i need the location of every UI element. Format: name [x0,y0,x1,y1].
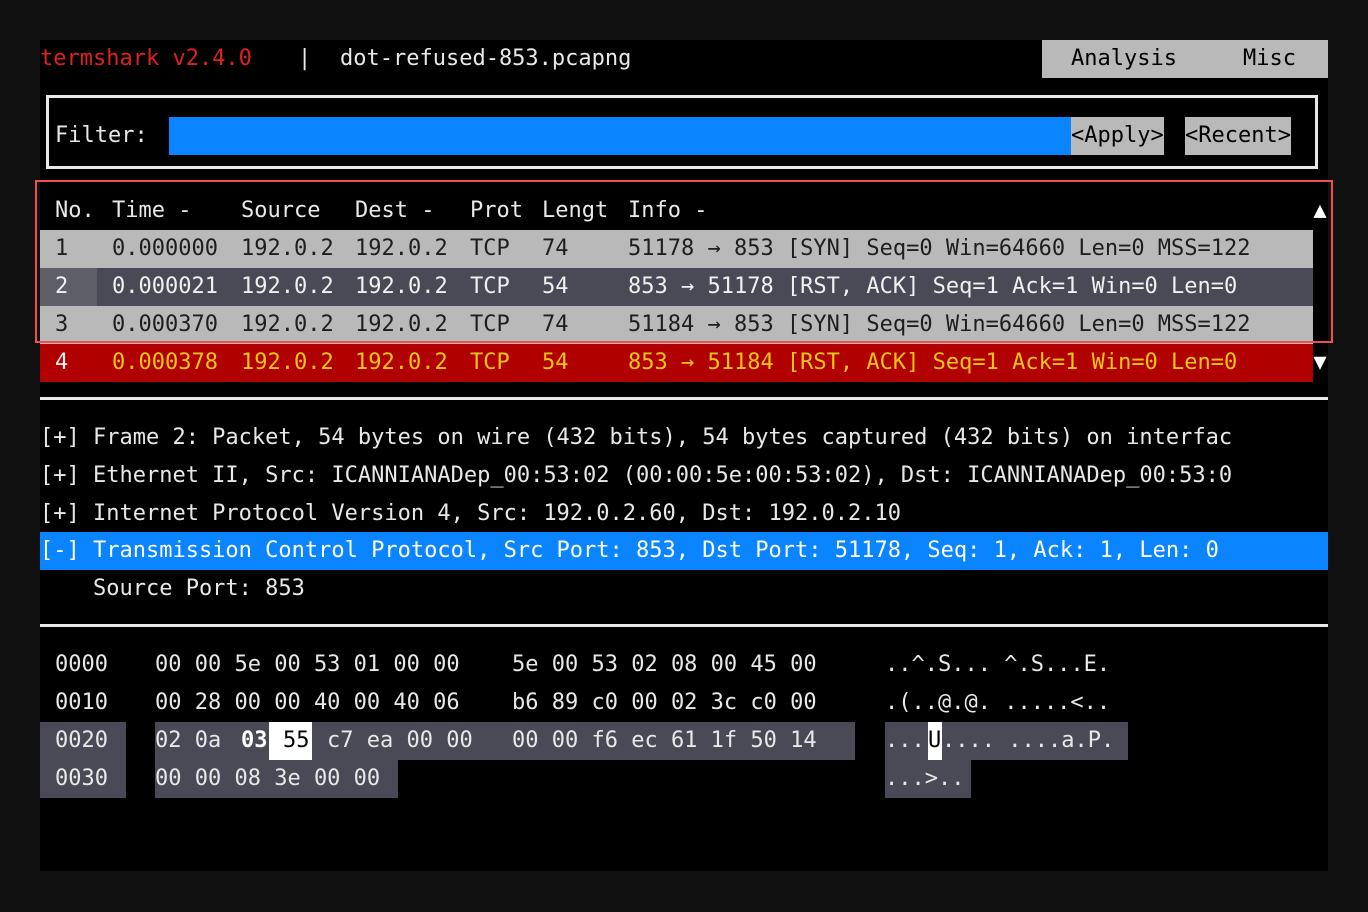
pane-divider[interactable] [40,624,1328,627]
packet-info: 853 → 51178 [RST, ACK] Seq=1 Ack=1 Win=0… [628,274,1238,299]
recent-button[interactable]: <Recent> [1185,117,1291,155]
filter-box: Filter: <Apply> <Recent> [46,95,1318,169]
hex-byte-field[interactable]: 03 [241,722,268,760]
col-info-header[interactable]: Info - [628,192,707,230]
misc-menu[interactable]: Misc [1243,40,1296,78]
hex-ascii[interactable]: .... ....a.P. [942,722,1114,760]
packet-prot: TCP [470,312,510,337]
packet-length: 74 [542,236,569,261]
hex-bytes[interactable]: 02 0a [155,722,221,760]
hex-ascii[interactable]: ...>.. [885,760,971,798]
packet-info: 51178 → 853 [SYN] Seq=0 Win=64660 Len=0 … [628,236,1251,261]
packet-dest: 192.0.2 [355,236,448,261]
packet-source: 192.0.2 [241,236,334,261]
packet-no: 4 [55,350,69,375]
col-source-header[interactable]: Source [241,192,320,230]
packet-info: 853 → 51184 [RST, ACK] Seq=1 Ack=1 Win=0… [628,350,1238,375]
hex-bytes[interactable]: 00 28 00 00 40 00 40 06 [155,684,460,722]
packet-dest: 192.0.2 [355,274,448,299]
packet-dest: 192.0.2 [355,312,448,337]
packet-prot: TCP [470,274,510,299]
detail-ip-node[interactable]: [+] Internet Protocol Version 4, Src: 19… [40,495,1328,533]
pane-divider[interactable] [40,397,1328,400]
scroll-up-arrow[interactable]: ▲ [1312,192,1328,230]
hex-offset: 0020 [40,722,126,760]
hex-offset: 0000 [55,652,108,677]
packet-prot: TCP [470,236,510,261]
packet-no: 2 [40,268,97,306]
hex-bytes[interactable]: 00 00 f6 ec 61 1f 50 14 [512,722,817,760]
capture-filename: dot-refused-853.pcapng [340,46,632,71]
hex-offset: 0010 [55,690,108,715]
packet-row[interactable]: 1 0.000000 192.0.2 192.0.2 TCP 74 51178 … [40,230,1313,268]
hex-ascii[interactable]: ..^.S... ^.S...E. [885,646,1110,684]
packet-source: 192.0.2 [241,274,334,299]
hex-bytes[interactable]: c7 ea 00 00 [327,722,473,760]
col-no-header[interactable]: No. [55,192,95,230]
packet-length: 54 [542,350,569,375]
detail-frame-node[interactable]: [+] Frame 2: Packet, 54 bytes on wire (4… [40,419,1328,457]
packet-row-error[interactable]: 4 0.000378 192.0.2 192.0.2 TCP 54 853 → … [40,344,1313,382]
hex-offset: 0030 [40,760,126,798]
hex-ascii-cursor[interactable]: U [928,722,942,760]
packet-row-selected[interactable]: 2 0.000021 192.0.2 192.0.2 TCP 54 853 → … [40,268,1313,306]
col-prot-header[interactable]: Prot [470,192,523,230]
termshark-window: termshark v2.4.0 | dot-refused-853.pcapn… [35,40,1333,871]
detail-ethernet-node[interactable]: [+] Ethernet II, Src: ICANNIANADep_00:53… [40,457,1328,495]
packet-list-header: No. Time - Source Dest - Prot Lengt Info… [40,192,1313,230]
filter-label: Filter: [55,123,148,148]
col-time-header[interactable]: Time - [112,192,191,230]
app-title: termshark v2.4.0 [40,46,252,71]
packet-source: 192.0.2 [241,350,334,375]
packet-prot: TCP [470,350,510,375]
packet-time: 0.000370 [112,312,218,337]
detail-source-port[interactable]: Source Port: 853 [40,570,1328,608]
packet-length: 74 [542,312,569,337]
packet-dest: 192.0.2 [355,350,448,375]
packet-no: 1 [55,236,69,261]
col-dest-header[interactable]: Dest - [355,192,434,230]
packet-time: 0.000378 [112,350,218,375]
hex-ascii[interactable]: .(..@.@. .....<.. [885,684,1110,722]
packet-time: 0.000000 [112,236,218,261]
packet-row[interactable]: 3 0.000370 192.0.2 192.0.2 TCP 74 51184 … [40,306,1313,344]
col-length-header[interactable]: Lengt [542,192,608,230]
detail-tcp-node-selected[interactable]: [-] Transmission Control Protocol, Src P… [40,532,1328,570]
hex-bytes[interactable]: 00 00 5e 00 53 01 00 00 [155,646,460,684]
scroll-down-arrow[interactable]: ▼ [1312,344,1328,382]
packet-info: 51184 → 853 [SYN] Seq=0 Win=64660 Len=0 … [628,312,1251,337]
hex-ascii[interactable]: ... [885,722,925,760]
hex-byte-cursor[interactable]: 55 [269,722,312,760]
filter-input[interactable] [169,117,1071,155]
packet-no: 3 [55,312,69,337]
title-separator: | [298,46,312,71]
packet-source: 192.0.2 [241,312,334,337]
apply-button[interactable]: <Apply> [1071,117,1164,155]
hex-bytes[interactable]: b6 89 c0 00 02 3c c0 00 [512,684,817,722]
hex-bytes[interactable]: 00 00 08 3e 00 00 [155,760,398,798]
menu-bar: Analysis Misc [1042,40,1328,78]
packet-time: 0.000021 [112,274,218,299]
analysis-menu[interactable]: Analysis [1071,40,1177,78]
packet-length: 54 [542,274,569,299]
hex-bytes[interactable]: 5e 00 53 02 08 00 45 00 [512,646,817,684]
